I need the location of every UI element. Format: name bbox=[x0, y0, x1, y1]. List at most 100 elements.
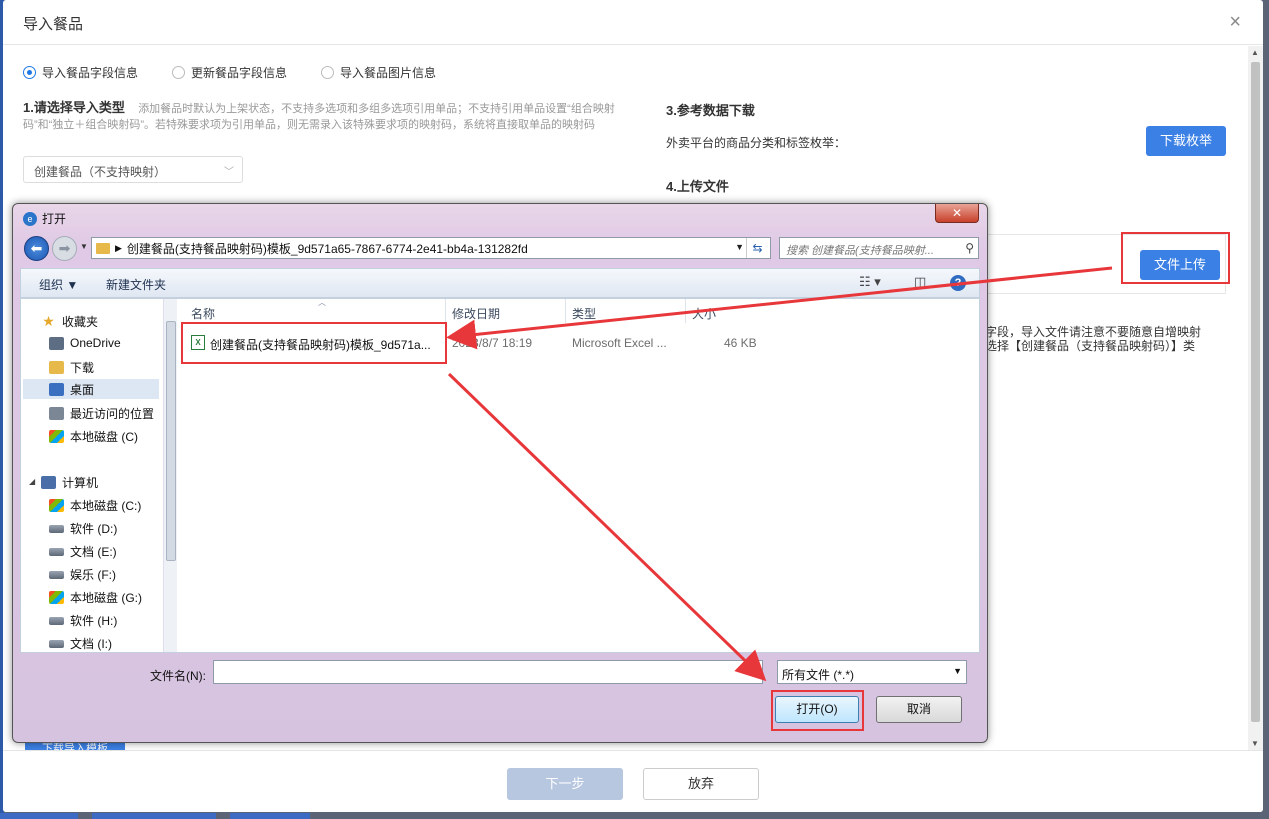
section-import-type: 1.请选择导入类型 添加餐品时默认为上架状态，不支持多选项和多组多选项引用单品；… bbox=[23, 100, 633, 133]
background-tab bbox=[92, 813, 216, 819]
nav-item-favorites[interactable]: ★ 收藏夹 bbox=[41, 313, 98, 330]
nav-item-drive[interactable]: 本地磁盘 (G:) bbox=[49, 589, 142, 606]
radio-label: 更新餐品字段信息 bbox=[191, 66, 288, 80]
column-header-name[interactable]: 名称 bbox=[191, 305, 215, 322]
help-icon[interactable]: ? bbox=[950, 275, 966, 291]
drive-icon bbox=[49, 570, 64, 579]
dialog-panes: ★ 收藏夹 OneDrive 下载 桌面 最近访问的位置 本地磁盘 (C) ◢ … bbox=[20, 298, 980, 653]
nav-item-recent[interactable]: 最近访问的位置 bbox=[49, 405, 154, 422]
preview-pane-icon[interactable]: ◫ bbox=[914, 274, 926, 290]
nav-item-computer[interactable]: 计算机 bbox=[41, 474, 98, 491]
dialog-close-button[interactable]: ✕ bbox=[935, 204, 979, 223]
nav-label: OneDrive bbox=[70, 336, 121, 350]
nav-item-drive[interactable]: 本地磁盘 (C:) bbox=[49, 497, 141, 514]
new-folder-button[interactable]: 新建文件夹 bbox=[106, 276, 166, 293]
note-text: 请选择【创建餐品（支持餐品映射码）】类 bbox=[973, 339, 1196, 353]
file-size: 46 KB bbox=[724, 336, 757, 350]
search-input[interactable]: 搜索 创建餐品(支持餐品映射... ⚲ bbox=[779, 237, 979, 259]
nav-item-onedrive[interactable]: OneDrive bbox=[49, 336, 121, 350]
column-header-date[interactable]: 修改日期 bbox=[452, 305, 500, 322]
radio-import-fields[interactable]: 导入餐品字段信息 bbox=[23, 64, 138, 81]
column-header-type[interactable]: 类型 bbox=[572, 305, 596, 322]
import-type-select[interactable]: 创建餐品（不支持映射） ﹀ bbox=[23, 156, 243, 183]
drive-icon bbox=[49, 524, 64, 533]
file-upload-button[interactable]: 文件上传 bbox=[1140, 250, 1220, 280]
system-drive-icon bbox=[49, 499, 64, 512]
dialog-toolbar: 组织 ▼ 新建文件夹 ☷ ▾ ◫ ? bbox=[20, 268, 980, 298]
drive-icon bbox=[49, 639, 64, 648]
filename-dropdown-icon[interactable]: ▼ bbox=[749, 666, 758, 676]
nav-item-drive[interactable]: 娱乐 (F:) bbox=[49, 566, 116, 583]
nav-item-drive[interactable]: 软件 (H:) bbox=[49, 612, 117, 629]
onedrive-icon bbox=[49, 336, 64, 350]
nav-item-drive[interactable]: 软件 (D:) bbox=[49, 520, 117, 537]
address-path: 创建餐品(支持餐品映射码)模板_9d571a65-7867-6774-2e41-… bbox=[126, 241, 528, 256]
nav-label: 软件 (D:) bbox=[70, 522, 118, 536]
column-header-size[interactable]: 大小 bbox=[692, 305, 716, 322]
computer-icon bbox=[41, 476, 56, 489]
radio-update-fields[interactable]: 更新餐品字段信息 bbox=[172, 64, 287, 81]
search-icon: ⚲ bbox=[965, 241, 974, 255]
nav-scroll-thumb[interactable] bbox=[166, 321, 176, 561]
nav-label: 本地磁盘 (G:) bbox=[70, 591, 142, 605]
file-type-filter[interactable]: 所有文件 (*.*) ▼ bbox=[777, 660, 967, 684]
abandon-button[interactable]: 放弃 bbox=[643, 768, 759, 800]
column-divider[interactable] bbox=[445, 299, 446, 323]
modal-scrollbar[interactable]: ▲ ▼ bbox=[1248, 46, 1263, 750]
nav-label: 软件 (H:) bbox=[70, 614, 118, 628]
refresh-icon[interactable]: ⇆ bbox=[746, 238, 768, 258]
next-step-button[interactable]: 下一步 bbox=[507, 768, 623, 800]
chevron-down-icon: ﹀ bbox=[224, 167, 234, 178]
excel-file-icon: X bbox=[191, 335, 205, 350]
filter-value: 所有文件 (*.*) bbox=[782, 668, 855, 682]
nav-item-local-c[interactable]: 本地磁盘 (C) bbox=[49, 428, 138, 445]
filename-input[interactable]: ▼ bbox=[213, 660, 763, 684]
browser-icon: e bbox=[23, 211, 37, 226]
forward-arrow-icon[interactable]: ➡ bbox=[52, 236, 77, 261]
nav-label: 文档 (I:) bbox=[70, 637, 112, 651]
filename-row: 文件名(N): ▼ 所有文件 (*.*) ▼ bbox=[20, 657, 980, 687]
nav-item-downloads[interactable]: 下载 bbox=[49, 359, 94, 376]
nav-scrollbar[interactable] bbox=[163, 299, 177, 652]
column-divider[interactable] bbox=[565, 299, 566, 323]
nav-item-drive[interactable]: 文档 (E:) bbox=[49, 543, 117, 560]
nav-item-desktop[interactable]: 桌面 bbox=[23, 379, 159, 399]
address-dropdown-icon[interactable]: ▼ bbox=[735, 242, 744, 252]
nav-label: 收藏夹 bbox=[62, 315, 99, 329]
scroll-down-icon[interactable]: ▼ bbox=[1251, 739, 1259, 748]
radio-import-images[interactable]: 导入餐品图片信息 bbox=[321, 64, 436, 81]
dialog-titlebar: e 打开 bbox=[23, 210, 66, 227]
recent-places-icon bbox=[49, 407, 64, 420]
history-dropdown-icon[interactable]: ▼ bbox=[80, 242, 88, 251]
organize-menu[interactable]: 组织 ▼ bbox=[39, 276, 78, 293]
select-value: 创建餐品（不支持映射） bbox=[34, 165, 167, 179]
nav-label: 本地磁盘 (C) bbox=[70, 430, 138, 444]
view-options-icon[interactable]: ☷ ▾ bbox=[859, 274, 881, 290]
system-drive-icon bbox=[49, 430, 64, 443]
download-enum-button[interactable]: 下载枚举 bbox=[1146, 126, 1226, 156]
nav-label: 娱乐 (F:) bbox=[70, 568, 116, 582]
section-title: 3.参考数据下载 bbox=[666, 103, 755, 118]
expand-icon[interactable]: ◢ bbox=[29, 477, 35, 486]
radio-unchecked-icon bbox=[172, 66, 186, 79]
back-arrow-icon[interactable]: ⬅ bbox=[24, 236, 49, 261]
dialog-title: 打开 bbox=[42, 212, 67, 226]
drive-icon bbox=[49, 547, 64, 556]
scroll-thumb[interactable] bbox=[1251, 62, 1260, 722]
chevron-down-icon: ▼ bbox=[953, 666, 962, 676]
radio-label: 导入餐品字段信息 bbox=[42, 66, 139, 80]
open-button[interactable]: 打开(O) bbox=[775, 696, 859, 723]
background-tab bbox=[230, 813, 310, 819]
address-bar[interactable]: ▶ 创建餐品(支持餐品映射码)模板_9d571a65-7867-6774-2e4… bbox=[91, 237, 771, 259]
file-name[interactable]: 创建餐品(支持餐品映射码)模板_9d571a... bbox=[210, 336, 431, 353]
breadcrumb-chevron-icon[interactable]: ▶ bbox=[115, 243, 122, 254]
radio-checked-icon bbox=[23, 66, 36, 79]
column-divider[interactable] bbox=[685, 299, 686, 323]
folder-icon bbox=[96, 242, 110, 254]
file-list-pane: ︿ 名称 修改日期 类型 大小 X 创建餐品(支持餐品映射码)模板_9d571a… bbox=[181, 298, 979, 652]
nav-item-drive[interactable]: 文档 (I:) bbox=[49, 635, 112, 652]
cancel-button[interactable]: 取消 bbox=[876, 696, 962, 723]
scroll-up-icon[interactable]: ▲ bbox=[1251, 48, 1259, 57]
modal-close-icon[interactable]: × bbox=[1229, 12, 1241, 32]
nav-label: 文档 (E:) bbox=[70, 545, 117, 559]
